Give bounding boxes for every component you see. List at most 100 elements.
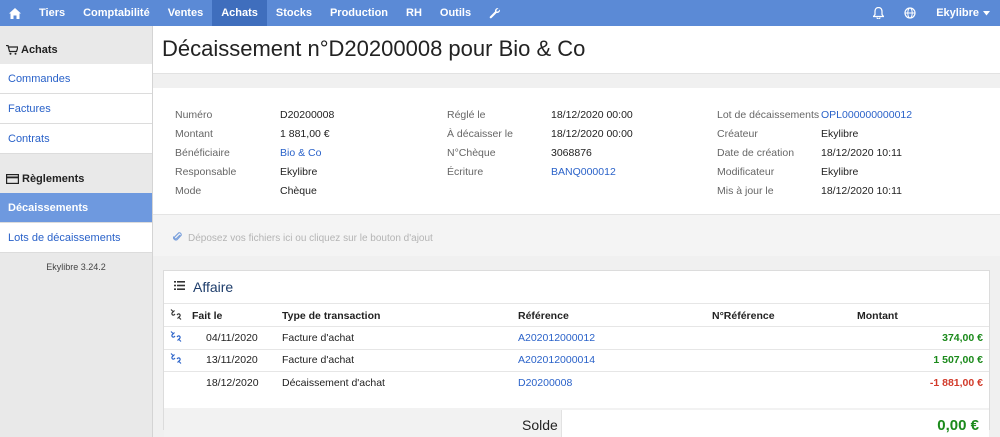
row-montant: 374,00 €: [942, 331, 983, 344]
montant-value: 1 881,00 €: [280, 127, 330, 140]
tools-button[interactable]: [480, 0, 510, 26]
nav-rh[interactable]: RH: [397, 0, 431, 26]
notifications-button[interactable]: [863, 0, 894, 26]
ecriture-link[interactable]: BANQ000012: [551, 166, 616, 178]
wrench-icon: [489, 7, 501, 19]
field-label: Numéro: [175, 108, 213, 121]
main-content: Décaissement n°D20200008 pour Bio & Co N…: [153, 26, 1000, 437]
col-reference: Référence: [518, 309, 569, 322]
affaire-title: Affaire: [193, 279, 234, 295]
row-type: Facture d'achat: [282, 354, 355, 367]
sidebar-item-contrats[interactable]: Contrats: [0, 124, 152, 154]
nav-stocks[interactable]: Stocks: [267, 0, 321, 26]
numero-cheque-value: 3068876: [551, 146, 592, 159]
affaire-panel: Affaire Fait le Type de transaction Réfé…: [163, 270, 990, 437]
sidebar-item-lots-decaissements[interactable]: Lots de décaissements: [0, 223, 152, 253]
solde-row: Solde 0,00 €: [164, 408, 989, 437]
sidebar-item-decaissements[interactable]: Décaissements: [0, 193, 152, 223]
nav-comptabilite[interactable]: Comptabilité: [74, 0, 159, 26]
globe-icon: [904, 7, 916, 19]
home-button[interactable]: [0, 0, 30, 26]
a-decaisser-le-value: 18/12/2020 00:00: [551, 127, 633, 140]
file-dropzone[interactable]: Déposez vos fichiers ici ou cliquez sur …: [153, 214, 1000, 256]
row-type: Facture d'achat: [282, 331, 355, 344]
paperclip-icon: [172, 231, 188, 245]
row-montant: 1 507,00 €: [933, 354, 983, 367]
home-icon: [9, 7, 21, 19]
row-date: 04/11/2020: [206, 331, 258, 344]
numero-value: D20200008: [280, 108, 335, 121]
page-title: Décaissement n°D20200008 pour Bio & Co: [162, 36, 586, 61]
details-column-1: Numéro D20200008 Montant 1 881,00 € Bénéfi…: [175, 105, 435, 200]
row-reference-link[interactable]: A202012000014: [518, 354, 595, 366]
col-n-reference: N°Référence: [712, 309, 775, 322]
field-label: Lot de décaissements: [717, 108, 820, 121]
field-label: Bénéficiaire: [175, 146, 230, 159]
mode-value: Chèque: [280, 184, 317, 197]
card-icon: [6, 174, 19, 184]
unlink-all-icon[interactable]: [170, 308, 182, 323]
col-type: Type de transaction: [282, 309, 381, 322]
field-label: Réglé le: [447, 108, 486, 121]
nav-tiers[interactable]: Tiers: [30, 0, 74, 26]
row-montant: -1 881,00 €: [929, 377, 983, 390]
field-label: Écriture: [447, 165, 484, 178]
app-version: Ekylibre 3.24.2: [46, 262, 106, 272]
col-fait-le: Fait le: [192, 309, 223, 322]
lot-decaissements-link[interactable]: OPL000000000012: [821, 109, 912, 121]
col-montant: Montant: [857, 309, 898, 322]
row-date: 18/12/2020: [206, 377, 259, 390]
nav-outils[interactable]: Outils: [431, 0, 480, 26]
user-name: Ekylibre: [936, 7, 979, 19]
beneficiaire-link[interactable]: Bio & Co: [280, 147, 321, 159]
responsable-value: Ekylibre: [280, 165, 318, 178]
field-label: Mis à jour le: [717, 184, 774, 197]
field-label: Modificateur: [717, 165, 775, 178]
mis-a-jour-value: 18/12/2020 10:11: [821, 184, 902, 197]
table-row: 18/12/2020 Décaissement d'achat D2020000…: [164, 372, 989, 395]
regle-le-value: 18/12/2020 00:00: [551, 108, 633, 121]
table-row: 13/11/2020 Facture d'achat A202012000014…: [164, 350, 989, 372]
language-button[interactable]: [894, 0, 926, 26]
nav-achats[interactable]: Achats: [212, 0, 267, 26]
affaire-table: Fait le Type de transaction Référence N°…: [164, 305, 989, 437]
row-reference-link[interactable]: A202012000012: [518, 332, 595, 344]
field-label: Montant: [175, 127, 213, 140]
field-label: Responsable: [175, 165, 237, 178]
sidebar: Achats Commandes Factures Contrats Règle…: [0, 26, 153, 437]
modificateur-value: Ekylibre: [821, 165, 859, 178]
solde-value: 0,00 €: [937, 417, 979, 434]
createur-value: Ekylibre: [821, 127, 859, 140]
affaire-header: Affaire: [164, 271, 989, 304]
solde-box: 0,00 €: [561, 410, 989, 437]
sidebar-heading-achats: Achats: [0, 39, 152, 61]
unlink-icon[interactable]: [170, 353, 182, 368]
row-reference-link[interactable]: D20200008: [518, 377, 572, 389]
caret-down-icon: [983, 10, 990, 16]
list-icon: [174, 281, 185, 293]
date-creation-value: 18/12/2020 10:11: [821, 146, 902, 159]
sidebar-heading-reglements: Règlements: [0, 168, 152, 190]
details-column-2: Réglé le 18/12/2020 00:00 À décaisser le 1…: [447, 105, 707, 181]
user-menu[interactable]: Ekylibre: [926, 0, 1000, 26]
dropzone-content: Déposez vos fichiers ici ou cliquez sur …: [172, 231, 433, 245]
row-type: Décaissement d'achat: [282, 377, 385, 390]
field-label: À décaisser le: [447, 127, 513, 140]
cart-icon: [6, 45, 18, 55]
field-label: N°Chèque: [447, 146, 496, 159]
details-panel: Numéro D20200008 Montant 1 881,00 € Bénéfi…: [153, 88, 1000, 214]
table-header-row: Fait le Type de transaction Référence N°…: [164, 305, 989, 327]
sidebar-item-factures[interactable]: Factures: [0, 94, 152, 124]
nav-ventes[interactable]: Ventes: [159, 0, 212, 26]
field-label: Créateur: [717, 127, 758, 140]
field-label: Date de création: [717, 146, 795, 159]
field-label: Mode: [175, 184, 202, 197]
row-date: 13/11/2020: [206, 354, 258, 367]
unlink-icon[interactable]: [170, 330, 182, 345]
dropzone-text: Déposez vos fichiers ici ou cliquez sur …: [188, 232, 433, 244]
top-navigation: Tiers Comptabilité Ventes Achats Stocks …: [0, 0, 1000, 26]
bell-icon: [873, 7, 885, 19]
sidebar-item-commandes[interactable]: Commandes: [0, 64, 152, 94]
table-row: 04/11/2020 Facture d'achat A202012000012…: [164, 327, 989, 350]
nav-production[interactable]: Production: [321, 0, 397, 26]
